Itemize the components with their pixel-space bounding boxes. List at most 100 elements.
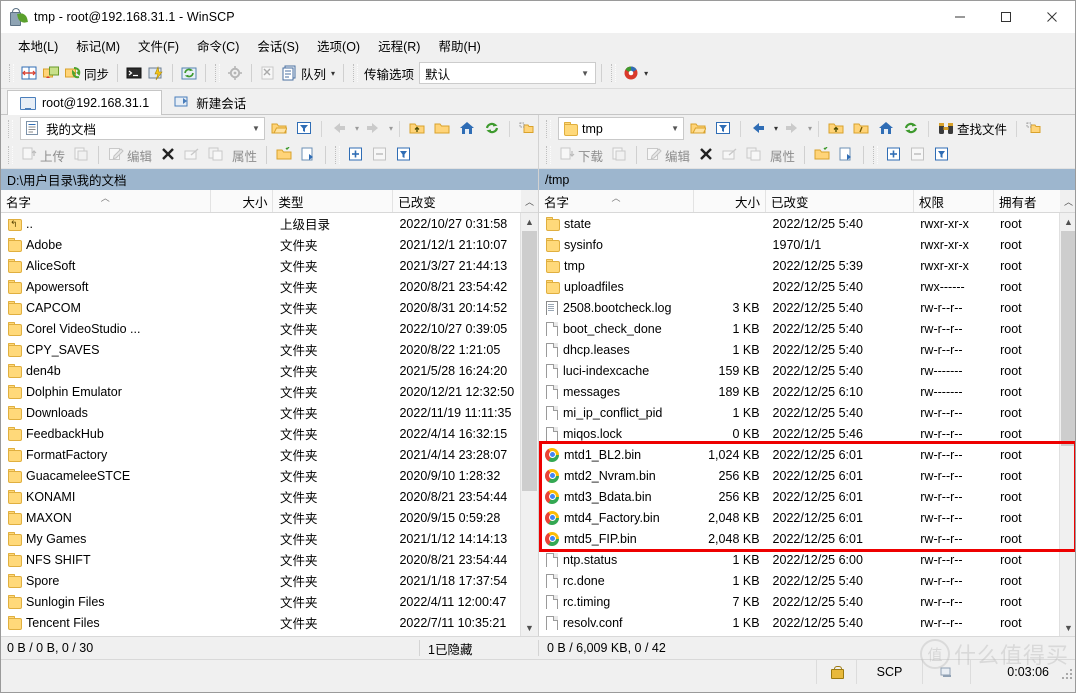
remote-col-changed[interactable]: 已改变	[766, 190, 914, 212]
remote-delete-button[interactable]	[694, 144, 718, 166]
local-scroll-thumb[interactable]	[522, 231, 537, 491]
file-row[interactable]: CAPCOM文件夹2020/8/31 20:14:52	[1, 297, 520, 318]
remote-back-caret[interactable]: ▾	[774, 124, 778, 133]
menu-options[interactable]: 选项(O)	[308, 33, 369, 58]
local-forward-button[interactable]	[362, 118, 384, 139]
local-path-combobox[interactable]: 我的文档 ▼	[20, 117, 265, 140]
file-row[interactable]: boot_check_done1 KB2022/12/25 5:40rw-r--…	[539, 318, 1059, 339]
remote-col-size[interactable]: 大小	[694, 190, 766, 212]
remote-filter-button[interactable]	[712, 118, 734, 139]
local-col-size[interactable]: 大小	[211, 190, 274, 212]
synchronize-browsing-button[interactable]	[40, 61, 62, 85]
file-row[interactable]: My Games文件夹2021/1/12 14:14:13	[1, 528, 520, 549]
file-row[interactable]: Spore文件夹2021/1/18 17:37:54	[1, 570, 520, 591]
menu-remote[interactable]: 远程(R)	[369, 33, 429, 58]
menu-help[interactable]: 帮助(H)	[429, 33, 489, 58]
local-new-file-button[interactable]	[296, 144, 320, 166]
file-row[interactable]: CPY_SAVES文件夹2020/8/22 1:21:05	[1, 339, 520, 360]
local-duplicate-button[interactable]	[204, 144, 228, 166]
local-path-grip[interactable]	[8, 120, 13, 138]
local-back-caret[interactable]: ▾	[355, 124, 359, 133]
new-session-tab[interactable]: 新建会话	[162, 91, 258, 114]
remote-root-directory-button[interactable]	[850, 118, 872, 139]
file-row[interactable]: rc.timing7 KB2022/12/25 5:40rw-r--r--roo…	[539, 591, 1059, 612]
remote-new-file-button[interactable]	[834, 144, 858, 166]
file-row[interactable]: KONAMI文件夹2020/8/21 23:54:44	[1, 486, 520, 507]
synchronize-button[interactable]: 同步	[62, 61, 112, 85]
local-select-all-button[interactable]	[344, 144, 368, 166]
remote-col-owner[interactable]: 拥有者	[994, 190, 1060, 212]
toolbar-grip[interactable]	[9, 64, 14, 82]
file-row[interactable]: 2508.bootcheck.log3 KB2022/12/25 5:40rw-…	[539, 297, 1059, 318]
file-row[interactable]: luci-indexcache159 KB2022/12/25 5:40rw--…	[539, 360, 1059, 381]
toolbar-grip-3[interactable]	[353, 64, 358, 82]
remote-parent-directory-button[interactable]	[825, 118, 847, 139]
file-row[interactable]: uploadfiles2022/12/25 5:40rwx------root	[539, 276, 1059, 297]
local-col-type[interactable]: 类型	[273, 190, 393, 212]
menu-mark[interactable]: 标记(M)	[67, 33, 129, 58]
local-col-name[interactable]: 名字 ︿	[1, 190, 211, 212]
file-row[interactable]: Adobe文件夹2021/12/1 21:10:07	[1, 234, 520, 255]
remote-back-button[interactable]	[747, 118, 769, 139]
remote-forward-button[interactable]	[781, 118, 803, 139]
file-row[interactable]: ntp.status1 KB2022/12/25 6:00rw-r--r--ro…	[539, 549, 1059, 570]
file-row[interactable]: GuacameleeSTCE文件夹2020/9/10 1:28:32	[1, 465, 520, 486]
maximize-button[interactable]	[983, 1, 1029, 33]
local-refresh-button[interactable]	[481, 118, 503, 139]
local-scroll-down-button[interactable]: ▼	[521, 619, 538, 636]
local-scrollbar[interactable]: ▲ ▼	[520, 213, 538, 636]
remote-forward-caret[interactable]: ▾	[808, 124, 812, 133]
file-row[interactable]: mtd4_Factory.bin2,048 KB2022/12/25 6:01r…	[539, 507, 1059, 528]
local-upload-button[interactable]: 上传	[17, 144, 69, 166]
chevron-down-icon[interactable]: ▼	[581, 69, 593, 78]
toolbar-grip-4[interactable]	[611, 64, 616, 82]
remote-path-combobox[interactable]: tmp ▼	[558, 117, 684, 140]
file-row[interactable]: resolv.conf1 KB2022/12/25 5:40rw-r--r--r…	[539, 612, 1059, 633]
file-row[interactable]: AliceSoft文件夹2021/3/27 21:44:13	[1, 255, 520, 276]
queue-dropdown-caret[interactable]: ▾	[331, 69, 335, 78]
file-row[interactable]: Apowersoft文件夹2020/8/21 23:54:42	[1, 276, 520, 297]
local-delete-button[interactable]	[156, 144, 180, 166]
remote-open-directory-button[interactable]	[687, 118, 709, 139]
preferences-button[interactable]	[224, 61, 246, 85]
remote-col-name[interactable]: 名字 ︿	[539, 190, 694, 212]
local-rename-button[interactable]	[180, 144, 204, 166]
remote-properties-button[interactable]: 属性	[766, 144, 799, 166]
remote-deselect-button[interactable]	[906, 144, 930, 166]
menu-local[interactable]: 本地(L)	[9, 33, 67, 58]
menu-command[interactable]: 命令(C)	[188, 33, 248, 58]
find-files-button[interactable]: 查找文件	[935, 117, 1010, 141]
open-terminal-button[interactable]	[123, 61, 145, 85]
file-row[interactable]: mtd2_Nvram.bin256 KB2022/12/25 6:01rw-r-…	[539, 465, 1059, 486]
local-path-caret[interactable]: ▼	[252, 124, 264, 133]
menu-session[interactable]: 会话(S)	[248, 33, 308, 58]
file-row[interactable]: ↰..上级目录2022/10/27 0:31:58	[1, 213, 520, 234]
file-row[interactable]: Tencent Files文件夹2022/7/11 10:35:21	[1, 612, 520, 633]
remote-home-button[interactable]	[875, 118, 897, 139]
minimize-button[interactable]	[937, 1, 983, 33]
remote-ops-grip-2[interactable]	[873, 146, 878, 164]
session-tab-active[interactable]: root@192.168.31.1	[7, 90, 162, 115]
file-row[interactable]: Downloads文件夹2022/11/19 11:11:35	[1, 402, 520, 423]
file-row[interactable]: den4b文件夹2021/5/28 16:24:20	[1, 360, 520, 381]
file-row[interactable]: rc.done1 KB2022/12/25 5:40rw-r--r--root	[539, 570, 1059, 591]
transfer-mode-button[interactable]: ▾	[620, 61, 651, 85]
local-upload-options-button[interactable]	[69, 144, 93, 166]
local-deselect-button[interactable]	[368, 144, 392, 166]
file-row[interactable]: mtd5_FIP.bin2,048 KB2022/12/25 6:01rw-r-…	[539, 528, 1059, 549]
remote-download-button[interactable]: 下载	[555, 144, 607, 166]
local-back-button[interactable]	[328, 118, 350, 139]
refresh-all-button[interactable]	[178, 61, 200, 85]
file-row[interactable]: resolv.conf.auto1 KB2022/12/25 5:40rw-r-…	[539, 633, 1059, 636]
close-button[interactable]	[1029, 1, 1075, 33]
remote-download-options-button[interactable]	[607, 144, 631, 166]
file-row[interactable]: messages189 KB2022/12/25 6:10rw-------ro…	[539, 381, 1059, 402]
file-row[interactable]: FormatFactory文件夹2021/4/14 23:28:07	[1, 444, 520, 465]
file-row[interactable]: NFS SHIFT文件夹2020/8/21 23:54:44	[1, 549, 520, 570]
remote-select-all-button[interactable]	[882, 144, 906, 166]
file-row[interactable]: sysinfo1970/1/1rwxr-xr-xroot	[539, 234, 1059, 255]
remote-refresh-button[interactable]	[900, 118, 922, 139]
file-row[interactable]: state2022/12/25 5:40rwxr-xr-xroot	[539, 213, 1059, 234]
file-row[interactable]: mi_ip_conflict_pid1 KB2022/12/25 5:40rw-…	[539, 402, 1059, 423]
local-new-folder-button[interactable]	[272, 144, 296, 166]
